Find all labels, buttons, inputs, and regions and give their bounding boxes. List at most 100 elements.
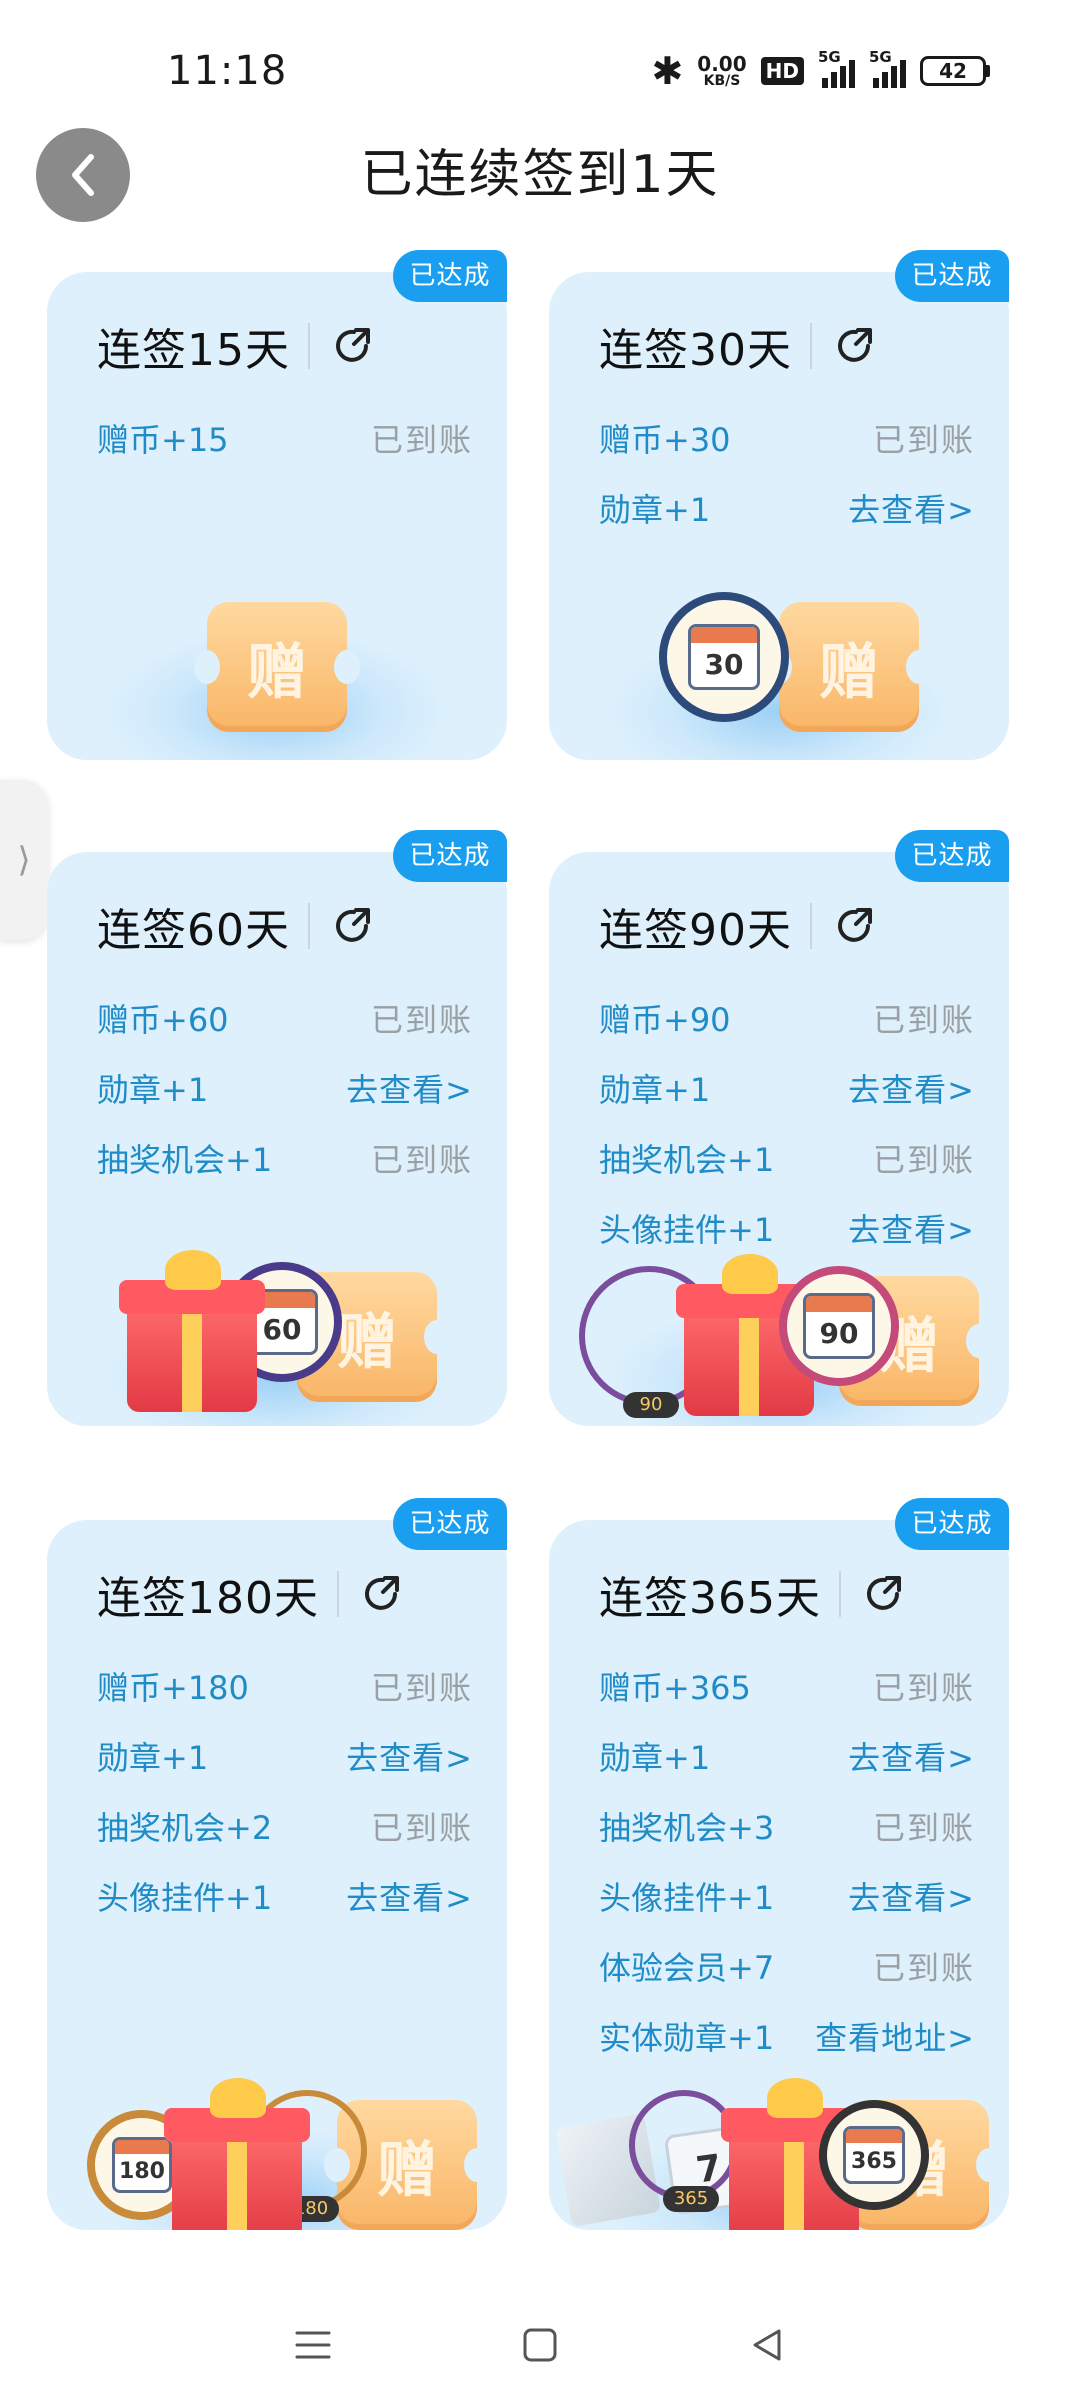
share-icon[interactable] <box>361 1574 401 1614</box>
view-medal-link[interactable]: 去查看> <box>848 485 975 531</box>
card-title: 连签180天 <box>97 1573 319 1624</box>
gift-box-icon <box>164 2078 310 2230</box>
bluetooth-icon: ✱ <box>651 49 684 93</box>
view-address-link[interactable]: 查看地址> <box>815 2013 975 2059</box>
chevron-right-icon: ⟩ <box>17 840 31 880</box>
avatar-frame-icon: 365 <box>629 2090 739 2212</box>
medal-365: 365 <box>819 2100 929 2210</box>
back-triangle-icon <box>753 2329 781 2361</box>
reward-row: 赠币+90 已到账 <box>599 994 975 1042</box>
reward-illustration: 180 赠 180 <box>47 2078 507 2230</box>
reward-row: 头像挂件+1 去查看> <box>599 1872 975 1920</box>
card-title: 连签30天 <box>599 325 792 376</box>
reward-name: 勋章+1 <box>599 491 711 529</box>
reward-name: 头像挂件+1 <box>97 1879 273 1917</box>
reward-row: 抽奖机会+1 已到账 <box>97 1134 473 1182</box>
reward-name: 抽奖机会+2 <box>97 1809 273 1847</box>
reward-illustration: 90 赠 90 <box>549 1254 1009 1426</box>
reward-name: 赠币+30 <box>599 421 731 459</box>
reward-status: 已到账 <box>370 1669 473 1707</box>
reward-row: 赠币+60 已到账 <box>97 994 473 1042</box>
reward-illustration: 赠 60 <box>47 1242 507 1426</box>
back-nav-button[interactable] <box>737 2315 797 2375</box>
share-icon[interactable] <box>834 326 874 366</box>
reward-row: 头像挂件+1 去查看> <box>599 1204 975 1252</box>
network-speed: 0.00 KB/S <box>697 54 746 88</box>
battery-icon: 42 <box>920 56 990 86</box>
reward-name: 头像挂件+1 <box>599 1879 775 1917</box>
milestone-card-15: 连签15天 赠币+15 已到账 赠 <box>47 272 507 760</box>
achieved-badge: 已达成 <box>393 830 507 882</box>
milestone-card-60: 连签60天 赠币+60 已到账 勋章+1 去查看> 抽奖机会+1 已到账 赠 6… <box>47 852 507 1426</box>
achieved-badge: 已达成 <box>895 250 1009 302</box>
reward-status: 已到账 <box>872 1809 975 1847</box>
reward-name: 实体勋章+1 <box>599 2019 775 2057</box>
reward-name: 赠币+365 <box>599 1669 751 1707</box>
view-avatar-frame-link[interactable]: 去查看> <box>848 1205 975 1251</box>
side-drawer-handle[interactable]: ⟩ <box>0 780 48 940</box>
reward-row: 实体勋章+1 查看地址> <box>599 2012 975 2060</box>
gift-box-icon <box>119 1250 265 1412</box>
share-icon[interactable] <box>863 1574 903 1614</box>
reward-illustration: 7 365 赠 365 <box>549 2078 1009 2230</box>
reward-row: 勋章+1 去查看> <box>599 1064 975 1112</box>
reward-name: 勋章+1 <box>599 1071 711 1109</box>
reward-row: 抽奖机会+2 已到账 <box>97 1802 473 1850</box>
milestone-card-90: 连签90天 赠币+90 已到账 勋章+1 去查看> 抽奖机会+1 已到账 头像挂… <box>549 852 1009 1426</box>
reward-status: 已到账 <box>370 1809 473 1847</box>
reward-name: 头像挂件+1 <box>599 1211 775 1249</box>
home-button[interactable] <box>510 2315 570 2375</box>
view-medal-link[interactable]: 去查看> <box>346 1733 473 1779</box>
milestone-card-30: 连签30天 赠币+30 已到账 勋章+1 去查看> 赠 30 <box>549 272 1009 760</box>
medal-90: 90 <box>779 1266 899 1386</box>
reward-row: 勋章+1 去查看> <box>599 484 975 532</box>
reward-status: 已到账 <box>872 1669 975 1707</box>
reward-name: 赠币+60 <box>97 1001 229 1039</box>
reward-illustration: 赠 <box>47 572 507 760</box>
reward-name: 赠币+180 <box>97 1669 249 1707</box>
gift-coin-ticket: 赠 <box>766 602 932 732</box>
reward-row: 抽奖机会+1 已到账 <box>599 1134 975 1182</box>
reward-row: 体验会员+7 已到账 <box>599 1942 975 1990</box>
gift-coin-ticket: 赠 <box>194 602 360 732</box>
achieved-badge: 已达成 <box>895 1498 1009 1550</box>
reward-row: 勋章+1 去查看> <box>97 1732 473 1780</box>
signal-5g-icon-2: 5G <box>869 48 906 88</box>
reward-name: 抽奖机会+1 <box>599 1141 775 1179</box>
achieved-badge: 已达成 <box>895 830 1009 882</box>
reward-name: 赠币+15 <box>97 421 229 459</box>
card-title: 连签365天 <box>599 1573 821 1624</box>
reward-status: 已到账 <box>872 1001 975 1039</box>
battery-level: 42 <box>920 56 986 86</box>
view-medal-link[interactable]: 去查看> <box>848 1733 975 1779</box>
achieved-badge: 已达成 <box>393 250 507 302</box>
page-title: 已连续签到1天 <box>360 145 720 205</box>
reward-name: 抽奖机会+1 <box>97 1141 273 1179</box>
reward-status: 已到账 <box>872 1141 975 1179</box>
view-medal-link[interactable]: 去查看> <box>346 1065 473 1111</box>
share-icon[interactable] <box>332 326 372 366</box>
reward-row: 抽奖机会+3 已到账 <box>599 1802 975 1850</box>
view-medal-link[interactable]: 去查看> <box>848 1065 975 1111</box>
signal-5g-icon: 5G <box>818 48 855 88</box>
system-nav-bar <box>0 2290 1080 2400</box>
reward-row: 赠币+365 已到账 <box>599 1662 975 1710</box>
share-icon[interactable] <box>332 906 372 946</box>
reward-name: 勋章+1 <box>599 1739 711 1777</box>
reward-status: 已到账 <box>370 1141 473 1179</box>
reward-name: 赠币+90 <box>599 1001 731 1039</box>
status-bar: 11:18 ✱ 0.00 KB/S HD 5G 5G 42 <box>0 0 1080 110</box>
reward-row: 赠币+30 已到账 <box>599 414 975 462</box>
reward-status: 已到账 <box>872 1949 975 1987</box>
milestone-card-365: 连签365天 赠币+365 已到账 勋章+1 去查看> 抽奖机会+3 已到账 头… <box>549 1520 1009 2230</box>
reward-name: 勋章+1 <box>97 1071 209 1109</box>
menu-icon <box>295 2331 331 2359</box>
share-icon[interactable] <box>834 906 874 946</box>
menu-button[interactable] <box>283 2315 343 2375</box>
view-avatar-frame-link[interactable]: 去查看> <box>848 1873 975 1919</box>
reward-row: 赠币+180 已到账 <box>97 1662 473 1710</box>
reward-name: 勋章+1 <box>97 1739 209 1777</box>
reward-name: 体验会员+7 <box>599 1949 775 1987</box>
reward-row: 头像挂件+1 去查看> <box>97 1872 473 1920</box>
view-avatar-frame-link[interactable]: 去查看> <box>346 1873 473 1919</box>
